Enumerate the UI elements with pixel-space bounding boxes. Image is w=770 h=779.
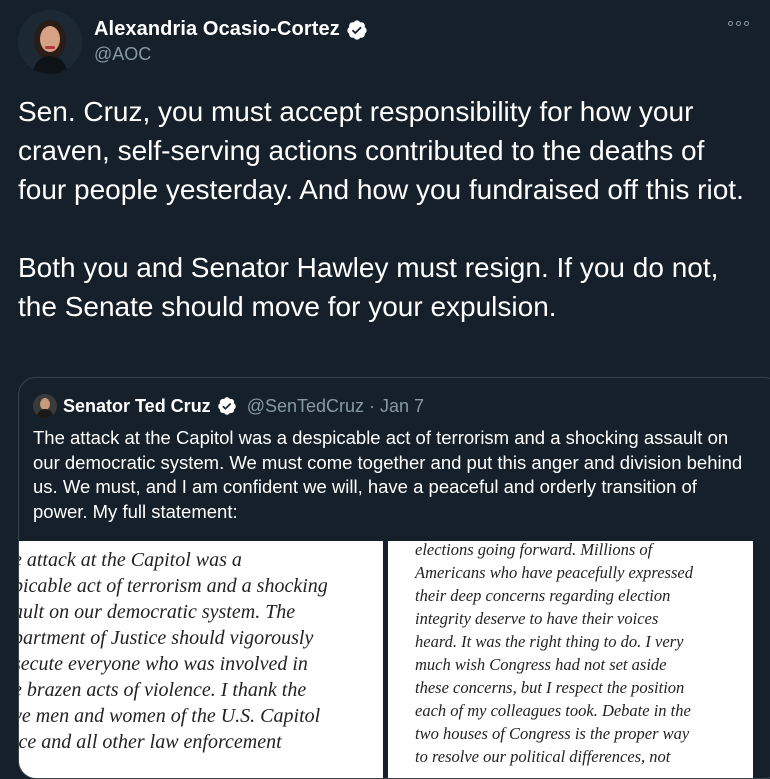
- more-options-icon[interactable]: [728, 16, 754, 30]
- author-handle[interactable]: @AOC: [94, 44, 151, 65]
- quoted-author-avatar: [33, 394, 57, 418]
- statement-line: integrity deserve to have their voices: [415, 609, 659, 628]
- author-display-name[interactable]: Alexandria Ocasio-Cortez: [94, 18, 340, 41]
- statement-line: elections going forward. Millions of: [415, 541, 653, 559]
- verified-badge-icon: [346, 19, 368, 41]
- statement-line: heard. It was the right thing to do. I v…: [415, 632, 684, 651]
- statement-line: ve men and women of the U.S. Capitol: [19, 705, 321, 727]
- quoted-tweet-text: The attack at the Capitol was a despicab…: [33, 427, 743, 522]
- statement-page-right[interactable]: elections going forward. Millions of Ame…: [388, 541, 753, 778]
- statement-images[interactable]: e attack at the Capitol was a picable ac…: [19, 541, 753, 778]
- statement-line: e brazen acts of violence. I thank the: [19, 679, 307, 701]
- tweet-header: Alexandria Ocasio-Cortez @AOC: [18, 10, 758, 80]
- quoted-profile-photo-icon: [33, 394, 57, 418]
- quoted-handle-date[interactable]: @SenTedCruz · Jan 7: [247, 396, 424, 417]
- statement-line: these concerns, but I respect the positi…: [415, 678, 685, 697]
- statement-line: much wish Congress had not set aside: [415, 655, 667, 674]
- tweet-text: Sen. Cruz, you must accept responsibilit…: [18, 96, 744, 322]
- statement-line: to resolve our political differences, no…: [415, 747, 671, 766]
- quoted-verified-badge-icon: [217, 396, 237, 416]
- author-avatar[interactable]: [18, 10, 82, 74]
- statement-line: each of my colleagues took. Debate in th…: [415, 701, 691, 720]
- statement-line: ice and all other law enforcement: [19, 731, 282, 753]
- quoted-tweet[interactable]: Senator Ted Cruz @SenTedCruz · Jan 7 The…: [18, 377, 770, 779]
- statement-line: partment of Justice should vigorously: [19, 627, 314, 649]
- statement-line: e attack at the Capitol was a: [19, 549, 242, 571]
- statement-line: their deep concerns regarding election: [415, 586, 671, 605]
- statement-line: picable act of terrorism and a shocking: [19, 575, 328, 597]
- profile-photo-icon: [18, 10, 82, 74]
- statement-line: Americans who have peacefully expressed: [415, 563, 693, 582]
- statement-line: secute everyone who was involved in: [19, 653, 308, 675]
- statement-line: ault on our democratic system. The: [19, 601, 296, 623]
- statement-page-left[interactable]: e attack at the Capitol was a picable ac…: [19, 541, 383, 778]
- statement-line: two houses of Congress is the proper way: [415, 724, 690, 743]
- quoted-display-name[interactable]: Senator Ted Cruz: [63, 396, 211, 417]
